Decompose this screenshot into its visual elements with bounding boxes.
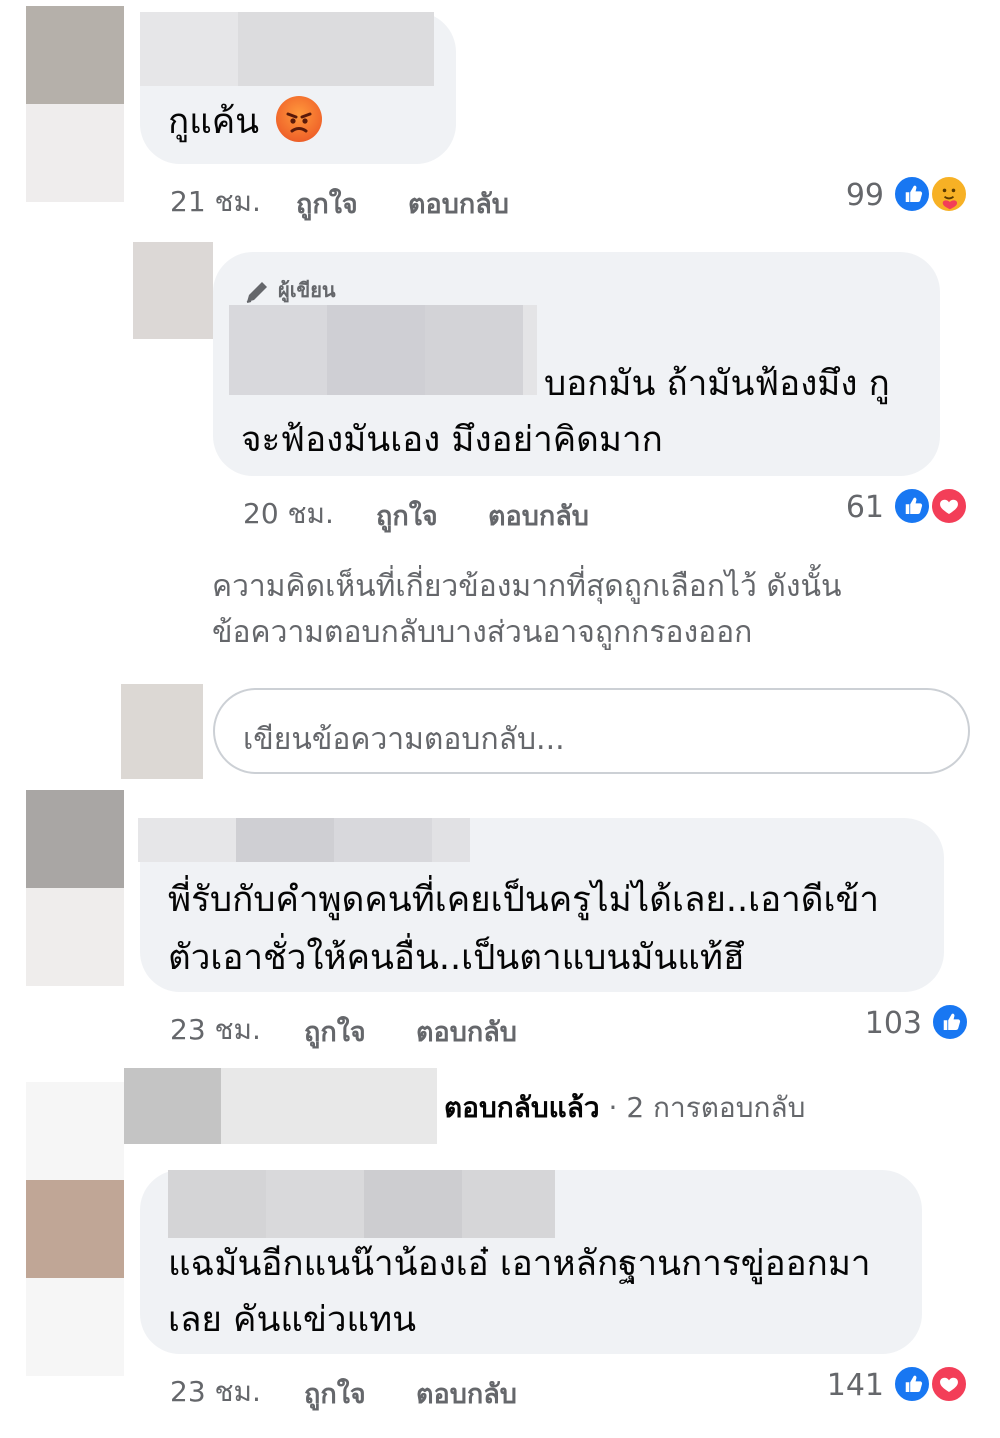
love-icon — [930, 1365, 968, 1403]
reply-input-placeholder: เขียนข้อความตอบกลับ... — [243, 722, 565, 757]
comment-time[interactable]: 21 ชม. — [170, 180, 261, 224]
like-link[interactable]: ถูกใจ — [304, 1010, 366, 1053]
avatar[interactable] — [26, 6, 124, 202]
reaction-count[interactable]: 141 — [802, 1368, 884, 1403]
like-link[interactable]: ถูกใจ — [304, 1372, 366, 1415]
comment-text: กูแค้น — [168, 94, 323, 150]
author-name-blurred[interactable] — [168, 1170, 555, 1238]
reaction-count[interactable]: 99 — [820, 178, 884, 213]
comment-time[interactable]: 23 ชม. — [170, 1370, 261, 1414]
comment-bubble: แฉมันอีกแนน๊าน้องเอ๋ เอาหลักฐานการขู่ออก… — [140, 1170, 922, 1354]
reply-link[interactable]: ตอบกลับ — [416, 1372, 517, 1415]
avatar[interactable] — [26, 1180, 124, 1376]
replier-avatars-blurred[interactable] — [124, 1068, 437, 1144]
comment-time[interactable]: 20 ชม. — [243, 492, 334, 536]
comment-text-line: เลย คันแข่วแทน — [168, 1300, 417, 1340]
avatar[interactable] — [133, 242, 213, 339]
author-name-blurred[interactable] — [229, 305, 537, 395]
comment-text-line: พี่รับกับคำพูดคนที่เคยเป็นครูไม่ได้เลย..… — [168, 880, 880, 920]
like-icon — [931, 1003, 969, 1041]
comment-bubble: กูแค้น — [140, 12, 456, 164]
author-name-blurred[interactable] — [140, 12, 434, 86]
comment-time[interactable]: 23 ชม. — [170, 1008, 261, 1052]
reply-link[interactable]: ตอบกลับ — [488, 494, 589, 537]
like-link[interactable]: ถูกใจ — [376, 494, 438, 537]
reply-input[interactable]: เขียนข้อความตอบกลับ... — [213, 688, 970, 774]
love-icon — [930, 487, 968, 525]
reaction-count[interactable]: 61 — [820, 490, 884, 525]
reaction-count[interactable]: 103 — [840, 1006, 922, 1041]
like-icon — [893, 487, 931, 525]
avatar[interactable] — [26, 790, 124, 986]
like-icon — [893, 175, 931, 213]
replied-label: ตอบกลับแล้ว — [444, 1091, 600, 1124]
reply-link[interactable]: ตอบกลับ — [416, 1010, 517, 1053]
pencil-icon — [243, 278, 271, 306]
angry-face-emoji — [276, 96, 323, 142]
filter-note: ความคิดเห็นที่เกี่ยวข้องมากที่สุดถูกเลือ… — [212, 569, 842, 650]
replied-summary[interactable]: ตอบกลับแล้ว · 2 การตอบกลับ — [444, 1086, 805, 1130]
reply-count: 2 การตอบกลับ — [626, 1091, 806, 1124]
avatar — [26, 1082, 124, 1180]
like-link[interactable]: ถูกใจ — [296, 182, 358, 225]
comment-text-line: จะฟ้องมันเอง มึงอย่าคิดมาก — [241, 420, 663, 460]
avatar — [121, 684, 203, 779]
comment-text-line: บอกมัน ถ้ามันฟ้องมึง กู — [544, 364, 890, 404]
separator: · — [608, 1091, 618, 1124]
comment-text-line: ตัวเอาชั่วให้คนอื่น..เป็นตาแบนมันแท้ฮึ — [168, 938, 745, 978]
care-icon — [930, 175, 968, 213]
reply-link[interactable]: ตอบกลับ — [408, 182, 509, 225]
author-badge: ผู้เขียน — [243, 274, 336, 306]
comment-text-line: แฉมันอีกแนน๊าน้องเอ๋ เอาหลักฐานการขู่ออก… — [168, 1244, 871, 1284]
like-icon — [893, 1365, 931, 1403]
reply-bubble: ผู้เขียน บอกมัน ถ้ามันฟ้องมึง กู จะฟ้องม… — [213, 252, 940, 476]
comment-bubble: พี่รับกับคำพูดคนที่เคยเป็นครูไม่ได้เลย..… — [138, 818, 944, 992]
author-name-blurred[interactable] — [138, 818, 470, 862]
